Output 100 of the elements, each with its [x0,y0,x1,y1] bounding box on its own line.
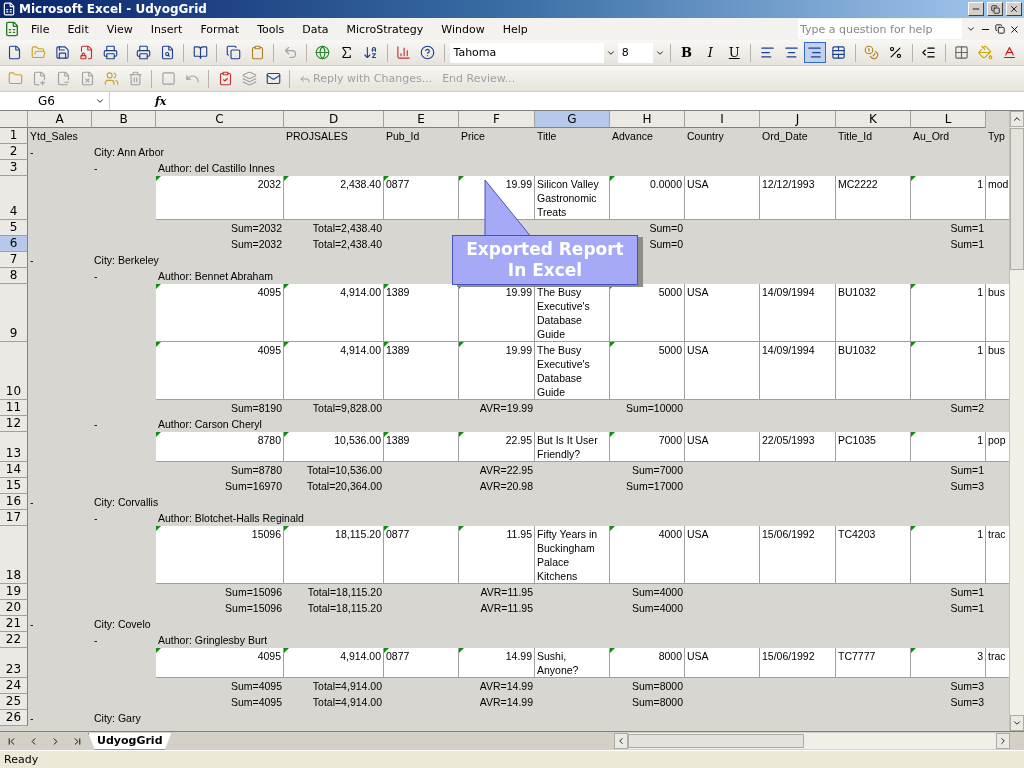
workbook-icon[interactable] [4,21,20,37]
menu-item[interactable]: Insert [143,20,190,38]
row-header[interactable]: 7 [0,252,28,268]
row-header[interactable]: 25 [0,694,28,710]
column-header[interactable]: D [284,111,384,128]
table-cell-text: Sum=2032 [229,237,283,252]
caret-icon[interactable] [95,96,105,106]
menu-item[interactable]: Help [495,20,535,38]
row-header[interactable]: 24 [0,678,28,694]
row-header[interactable]: 22 [0,632,28,648]
row-header[interactable]: 26 [0,710,28,726]
table-cell: 14/09/1994 [760,342,836,400]
sheet-tab[interactable]: UdyogGrid [88,732,172,750]
column-header[interactable]: G [535,111,610,128]
column-header[interactable]: L [911,111,986,128]
row-header[interactable]: 12 [0,416,28,432]
menu-item[interactable]: Data [295,20,336,38]
row-header[interactable]: 8 [0,268,28,284]
corner-flag-icon [911,432,916,437]
table-cell-text: Total=9,828.00 [311,401,383,416]
table-cell-text: - [93,161,99,176]
row-header[interactable]: 5 [0,220,28,236]
table-cell: USA [685,526,760,584]
scroll-thumb[interactable] [628,734,804,748]
row-header[interactable]: 15 [0,478,28,494]
row-header[interactable]: 10 [0,342,28,400]
corner-flag-icon [459,648,464,653]
close-icon[interactable] [1009,23,1020,35]
help-search-field[interactable]: Type a question for help [798,19,962,39]
table-cell-text: City: Covelo [93,617,152,632]
row-header[interactable]: 11 [0,400,28,416]
menu-item[interactable]: Edit [60,20,96,38]
table-cell-text: - [29,711,35,726]
row-header[interactable]: 6 [0,236,28,252]
caret-icon[interactable] [966,24,976,34]
menu-item[interactable]: Format [193,20,247,38]
table-cell: trac [986,648,1009,678]
row-header[interactable]: 14 [0,462,28,478]
font-name-field[interactable]: Tahoma [449,42,604,63]
table-cell-text: Sum=15096 [224,601,283,616]
row-header[interactable]: 9 [0,284,28,342]
table-cell-text: Ytd_Sales [29,129,79,144]
column-header[interactable]: I [685,111,760,128]
format-button[interactable]: B [675,42,698,63]
format-button[interactable]: U [723,42,746,63]
scroll-up-icon[interactable] [1010,111,1024,127]
row-header[interactable]: 19 [0,584,28,600]
column-header[interactable]: J [760,111,836,128]
column-header[interactable]: A [28,111,92,128]
menu-item[interactable]: MicroStrategy [339,20,431,38]
row-header[interactable]: 16 [0,494,28,510]
table-cell: 1389 [384,432,459,462]
status-text: Ready [4,753,39,766]
row-header[interactable]: 20 [0,600,28,616]
row-header[interactable]: 18 [0,526,28,584]
column-header[interactable]: E [384,111,459,128]
table-cell: 8000 [610,648,685,678]
menu-item[interactable]: View [99,20,140,38]
row-header[interactable]: 17 [0,510,28,526]
column-header[interactable]: C [156,111,284,128]
restore-icon[interactable] [995,24,1005,34]
restore-button[interactable] [987,2,1003,16]
scroll-left-icon[interactable] [614,733,628,749]
restore-icon [990,4,1000,14]
function-label[interactable]: fx [155,94,167,108]
menu-item[interactable]: Window [434,20,492,38]
align-right-icon[interactable] [804,42,826,63]
table-cell-text: Author: Gringlesby Burt [157,633,269,648]
table-cell: 1 [911,176,986,220]
select-all-corner[interactable] [0,111,28,128]
format-button[interactable]: I [699,42,722,63]
row-header[interactable]: 3 [0,160,28,176]
table-cell-text: - [29,145,35,160]
row-header[interactable]: 4 [0,176,28,220]
scroll-right-icon[interactable] [996,733,1010,749]
table-cell-text: - [29,495,35,510]
table-cell-text: Author: Bennet Abraham [157,269,274,284]
menu-item[interactable]: Tools [250,20,292,38]
font-size-field[interactable]: 8 [617,42,653,63]
row-header[interactable]: 1 [0,128,28,144]
table-cell-text: Author: Blotchet-Halls Reginald [157,511,305,526]
row-header[interactable]: 23 [0,648,28,678]
table-cell: trac [986,526,1009,584]
table-cell-text: Sum=15096 [224,585,283,600]
column-header[interactable]: K [836,111,911,128]
table-cell: Sushi, Anyone? [535,648,610,678]
column-header[interactable]: F [459,111,535,128]
table-cell: 4095 [156,342,284,400]
column-header[interactable]: H [610,111,685,128]
menu-item[interactable]: File [24,20,57,38]
minimize-button[interactable] [968,2,984,16]
row-header[interactable]: 13 [0,432,28,462]
table-cell: 15096 [156,526,284,584]
row-header[interactable]: 21 [0,616,28,632]
row-header[interactable]: 2 [0,144,28,160]
column-header[interactable]: B [92,111,156,128]
scroll-thumb[interactable] [1010,128,1024,270]
name-box[interactable]: G6 [0,92,110,110]
table-cell: MC2222 [836,176,911,220]
close-button[interactable] [1006,2,1022,16]
